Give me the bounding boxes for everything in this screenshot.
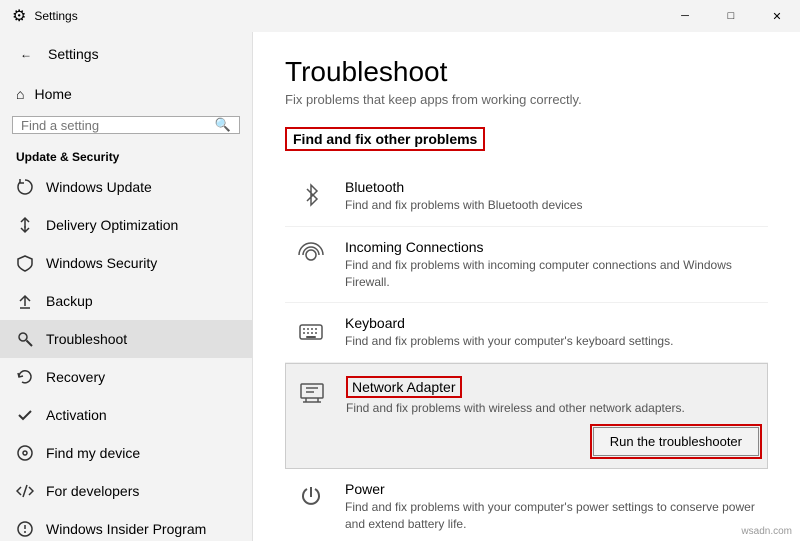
sidebar-item-backup[interactable]: Backup	[0, 282, 252, 320]
ts-desc-network-adapter: Find and fix problems with wireless and …	[346, 400, 759, 417]
ts-desc-power: Find and fix problems with your computer…	[345, 499, 760, 533]
titlebar-left: ⚙ Settings	[12, 6, 78, 26]
ts-item-power: Power Find and fix problems with your com…	[285, 469, 768, 541]
troubleshoot-list: Bluetooth Find and fix problems with Blue…	[285, 167, 768, 541]
watermark: wsadn.com	[741, 526, 792, 537]
sidebar-item-delivery-optimization[interactable]: Delivery Optimization	[0, 206, 252, 244]
sidebar-items-list: Windows Update Delivery Optimization Windo…	[0, 168, 252, 541]
sidebar-item-label-find-my-device: Find my device	[46, 445, 140, 461]
for-developers-icon	[16, 482, 34, 500]
sidebar-item-label-windows-insider: Windows Insider Program	[46, 521, 206, 537]
troubleshoot-icon	[16, 330, 34, 348]
sidebar-item-label-troubleshoot: Troubleshoot	[46, 331, 127, 347]
sidebar-item-label-backup: Backup	[46, 293, 93, 309]
settings-icon: ⚙	[12, 6, 26, 26]
sidebar-item-activation[interactable]: Activation	[0, 396, 252, 434]
ts-text-network-adapter: Network Adapter Find and fix problems wit…	[346, 376, 759, 456]
sidebar-item-windows-security[interactable]: Windows Security	[0, 244, 252, 282]
ts-text-power: Power Find and fix problems with your com…	[345, 481, 760, 533]
sidebar-item-label-activation: Activation	[46, 407, 107, 423]
sidebar-item-label-recovery: Recovery	[46, 369, 105, 385]
find-my-device-icon	[16, 444, 34, 462]
minimize-button[interactable]: ─	[662, 0, 708, 32]
run-btn-row-network-adapter: Run the troubleshooter	[346, 427, 759, 456]
windows-update-icon	[16, 178, 34, 196]
run-troubleshooter-button[interactable]: Run the troubleshooter	[593, 427, 759, 456]
page-subtitle: Fix problems that keep apps from working…	[285, 92, 768, 107]
sidebar-item-windows-update[interactable]: Windows Update	[0, 168, 252, 206]
windows-security-icon	[16, 254, 34, 272]
sidebar-item-troubleshoot[interactable]: Troubleshoot	[0, 320, 252, 358]
sidebar-app-title: Settings	[48, 46, 99, 62]
incoming-connections-icon	[293, 239, 329, 269]
home-icon: ⌂	[16, 86, 24, 102]
maximize-button[interactable]: □	[708, 0, 754, 32]
ts-name-incoming-connections: Incoming Connections	[345, 239, 760, 255]
page-title: Troubleshoot	[285, 56, 768, 88]
ts-desc-bluetooth: Find and fix problems with Bluetooth dev…	[345, 197, 760, 214]
network-adapter-icon	[294, 376, 330, 406]
ts-item-network-adapter[interactable]: Network Adapter Find and fix problems wit…	[285, 363, 768, 469]
titlebar-title: Settings	[34, 9, 77, 23]
section-heading: Find and fix other problems	[285, 127, 485, 151]
bluetooth-icon	[293, 179, 329, 209]
sidebar-item-label-for-developers: For developers	[46, 483, 139, 499]
ts-name-keyboard: Keyboard	[345, 315, 760, 331]
ts-item-keyboard: Keyboard Find and fix problems with your …	[285, 303, 768, 363]
ts-desc-keyboard: Find and fix problems with your computer…	[345, 333, 760, 350]
activation-icon	[16, 406, 34, 424]
ts-item-incoming-connections: Incoming Connections Find and fix problem…	[285, 227, 768, 304]
sidebar-item-for-developers[interactable]: For developers	[0, 472, 252, 510]
home-label: Home	[34, 86, 71, 102]
titlebar: ⚙ Settings ─ □ ✕	[0, 0, 800, 32]
sidebar-item-label-windows-security: Windows Security	[46, 255, 157, 271]
app-body: ← Settings ⌂ Home 🔍 Update & Security Wi…	[0, 32, 800, 541]
sidebar-section-title: Update & Security	[0, 142, 252, 168]
search-input[interactable]	[21, 118, 215, 133]
search-icon[interactable]: 🔍	[215, 117, 231, 133]
ts-text-incoming-connections: Incoming Connections Find and fix problem…	[345, 239, 760, 291]
ts-text-bluetooth: Bluetooth Find and fix problems with Blue…	[345, 179, 760, 214]
sidebar-item-label-windows-update: Windows Update	[46, 179, 152, 195]
sidebar-item-label-delivery-optimization: Delivery Optimization	[46, 217, 178, 233]
delivery-optimization-icon	[16, 216, 34, 234]
sidebar-nav: ← Settings	[0, 32, 252, 76]
recovery-icon	[16, 368, 34, 386]
windows-insider-icon	[16, 520, 34, 538]
ts-text-keyboard: Keyboard Find and fix problems with your …	[345, 315, 760, 350]
search-box: 🔍	[12, 116, 240, 134]
sidebar: ← Settings ⌂ Home 🔍 Update & Security Wi…	[0, 32, 253, 541]
sidebar-item-recovery[interactable]: Recovery	[0, 358, 252, 396]
ts-name-network-adapter: Network Adapter	[346, 376, 462, 398]
close-button[interactable]: ✕	[754, 0, 800, 32]
backup-icon	[16, 292, 34, 310]
content-area: Troubleshoot Fix problems that keep apps…	[253, 32, 800, 541]
sidebar-item-home[interactable]: ⌂ Home	[0, 76, 252, 112]
power-icon	[293, 481, 329, 511]
ts-name-power: Power	[345, 481, 760, 497]
ts-desc-incoming-connections: Find and fix problems with incoming comp…	[345, 257, 760, 291]
ts-item-bluetooth: Bluetooth Find and fix problems with Blue…	[285, 167, 768, 227]
titlebar-controls: ─ □ ✕	[662, 0, 800, 32]
sidebar-item-windows-insider[interactable]: Windows Insider Program	[0, 510, 252, 541]
ts-name-bluetooth: Bluetooth	[345, 179, 760, 195]
keyboard-icon	[293, 315, 329, 345]
sidebar-item-find-my-device[interactable]: Find my device	[0, 434, 252, 472]
back-button[interactable]: ←	[12, 40, 40, 68]
